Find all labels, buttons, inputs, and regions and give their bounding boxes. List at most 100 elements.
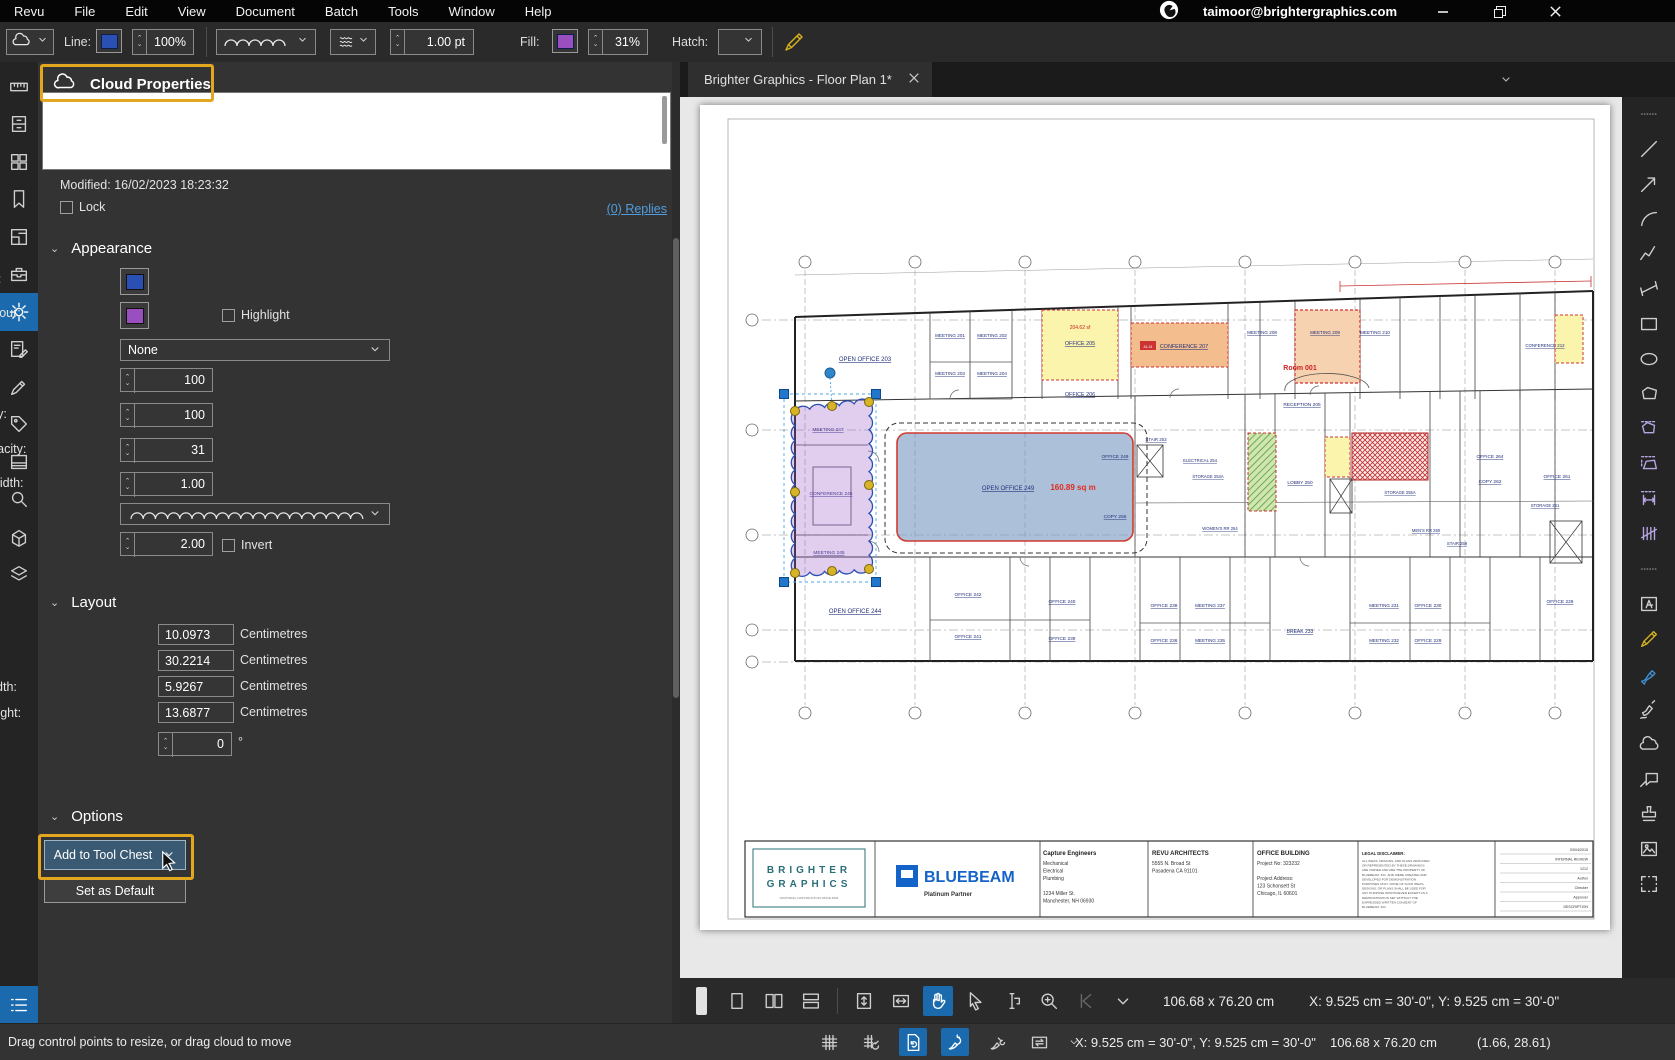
fill-opacity-stepper[interactable]: ⌃⌄31 (120, 438, 213, 462)
options-section-header[interactable]: ⌄ Options (50, 808, 123, 825)
resize-handle[interactable] (872, 390, 881, 399)
menu-view[interactable]: View (178, 4, 206, 19)
grid-toggle-icon[interactable] (815, 1028, 843, 1056)
perimeter-measure-icon[interactable] (1634, 416, 1664, 442)
line-opacity-stepper[interactable]: ⌃⌄ 100% (132, 29, 194, 55)
continuous-view-icon[interactable] (796, 986, 826, 1016)
highlight-checkbox[interactable] (222, 309, 235, 322)
highlighter-tool-icon[interactable] (1634, 626, 1664, 652)
measurements-panel-icon[interactable] (0, 68, 38, 106)
account-email[interactable]: taimoor@brightergraphics.com (1203, 4, 1397, 19)
stamp-tool-icon[interactable] (1634, 801, 1664, 827)
resize-handle[interactable] (872, 578, 881, 587)
close-tab-icon[interactable] (908, 72, 920, 87)
tools-drag-handle-icon[interactable] (1634, 101, 1664, 127)
view-options-chevron-icon[interactable] (1108, 986, 1138, 1016)
anchor-handle[interactable] (825, 368, 835, 378)
menu-revu[interactable]: Revu (14, 4, 44, 19)
synchronize-views-icon[interactable] (1025, 1028, 1053, 1056)
fill-colour-swatch[interactable] (120, 302, 149, 329)
squiggly-tool-icon[interactable] (1634, 696, 1664, 722)
scale-stepper[interactable]: ⌃⌄100 (120, 368, 213, 392)
count-measure-icon[interactable] (1634, 521, 1664, 547)
opacity-stepper[interactable]: ⌃⌄100 (120, 403, 213, 427)
fill-color-swatch[interactable] (552, 29, 578, 53)
resize-handle[interactable] (780, 578, 789, 587)
select-text-icon[interactable] (997, 986, 1027, 1016)
invert-checkbox[interactable] (222, 539, 235, 552)
document-tab[interactable]: Brighter Graphics - Floor Plan 1* (688, 62, 932, 97)
bookmarks-panel-icon[interactable] (0, 181, 38, 219)
callout-tool-icon[interactable] (1634, 766, 1664, 792)
drawing-canvas[interactable]: OPEN OFFICE 203MEETING 201MEETING 202MEE… (680, 97, 1622, 978)
control-point-handle[interactable] (828, 402, 837, 411)
document-height-input[interactable]: 13.6877 (158, 702, 234, 723)
menu-edit[interactable]: Edit (125, 4, 147, 19)
document-width-input[interactable]: 5.9267 (158, 676, 234, 697)
menu-file[interactable]: File (74, 4, 95, 19)
polygon-tool-icon[interactable] (1634, 381, 1664, 407)
snapshot-tool-icon[interactable] (1634, 871, 1664, 897)
drawing-page[interactable]: OPEN OFFICE 203MEETING 201MEETING 202MEE… (700, 105, 1610, 930)
linestyle-pattern-dropdown[interactable] (330, 29, 376, 55)
facing-pages-view-icon[interactable] (759, 986, 789, 1016)
control-point-handle[interactable] (791, 569, 800, 578)
hatch-dropdown[interactable] (718, 29, 762, 55)
snap-to-grid-icon[interactable] (857, 1028, 885, 1056)
tab-list-chevron-icon[interactable] (1498, 71, 1514, 92)
arc-tool-icon[interactable] (1634, 206, 1664, 232)
text-box-tool-icon[interactable] (1634, 591, 1664, 617)
file-access-panel-icon[interactable] (0, 106, 38, 144)
control-point-handle[interactable] (865, 398, 874, 407)
appearance-section-header[interactable]: ⌄ Appearance (50, 240, 152, 257)
restore-button[interactable] (1491, 3, 1507, 19)
markup-reuse-icon[interactable] (941, 1028, 969, 1056)
thumbnails-panel-icon[interactable] (0, 143, 38, 181)
control-point-handle[interactable] (828, 567, 837, 576)
control-point-handle[interactable] (865, 481, 874, 490)
line-tool-icon[interactable] (1634, 136, 1664, 162)
control-point-handle[interactable] (791, 488, 800, 497)
ellipse-tool-icon[interactable] (1634, 346, 1664, 372)
replies-link[interactable]: (0) Replies (607, 202, 667, 216)
arrow-tool-icon[interactable] (1634, 171, 1664, 197)
previous-view-icon[interactable] (1071, 986, 1101, 1016)
image-tool-icon[interactable] (1634, 836, 1664, 862)
cloud-tool-button[interactable] (6, 29, 54, 55)
menu-batch[interactable]: Batch (325, 4, 358, 19)
style-select[interactable] (120, 503, 390, 525)
line-width-stepper[interactable]: ⌃⌄1.00 (120, 472, 213, 496)
sets-panel-icon[interactable] (0, 556, 38, 594)
line-color-swatch[interactable] (96, 29, 122, 53)
document-reuse-icon[interactable] (899, 1028, 927, 1056)
set-as-default-button[interactable]: Set as Default (44, 878, 186, 903)
menu-help[interactable]: Help (525, 4, 552, 19)
markups-list-icon[interactable] (0, 986, 38, 1024)
single-page-view-icon[interactable] (722, 986, 752, 1016)
lineweight-stepper[interactable]: ⌃⌄ 1.00 pt (390, 29, 474, 55)
lock-checkbox[interactable] (60, 201, 73, 214)
menu-document[interactable]: Document (236, 4, 295, 19)
x-input[interactable]: 10.0973 (158, 624, 234, 645)
pan-tool-icon[interactable] (923, 986, 953, 1016)
rotation-stepper[interactable]: ⌃⌄0 (158, 732, 232, 756)
comment-scrollbar[interactable] (662, 96, 667, 144)
y-input[interactable]: 30.2214 (158, 650, 234, 671)
menu-tools[interactable]: Tools (388, 4, 418, 19)
fit-width-icon[interactable] (886, 986, 916, 1016)
ink-tool-icon[interactable] (983, 1028, 1011, 1056)
control-point-handle[interactable] (865, 565, 874, 574)
area-measure-icon[interactable] (1634, 451, 1664, 477)
panel-scrollbar[interactable] (672, 62, 680, 1024)
spaces-panel-icon[interactable] (0, 218, 38, 256)
control-point-handle[interactable] (791, 407, 800, 416)
colour-swatch[interactable] (120, 268, 149, 295)
layout-section-header[interactable]: ⌄ Layout (50, 594, 116, 611)
size-stepper[interactable]: ⌃⌄2.00 (120, 532, 213, 556)
menu-window[interactable]: Window (449, 4, 495, 19)
horizontal-scrollbar-thumb[interactable] (696, 987, 707, 1015)
hatch-select[interactable]: None (120, 339, 390, 361)
rectangle-tool-icon[interactable] (1634, 311, 1664, 337)
length-measure-icon[interactable] (1634, 276, 1664, 302)
resize-handle[interactable] (780, 390, 789, 399)
